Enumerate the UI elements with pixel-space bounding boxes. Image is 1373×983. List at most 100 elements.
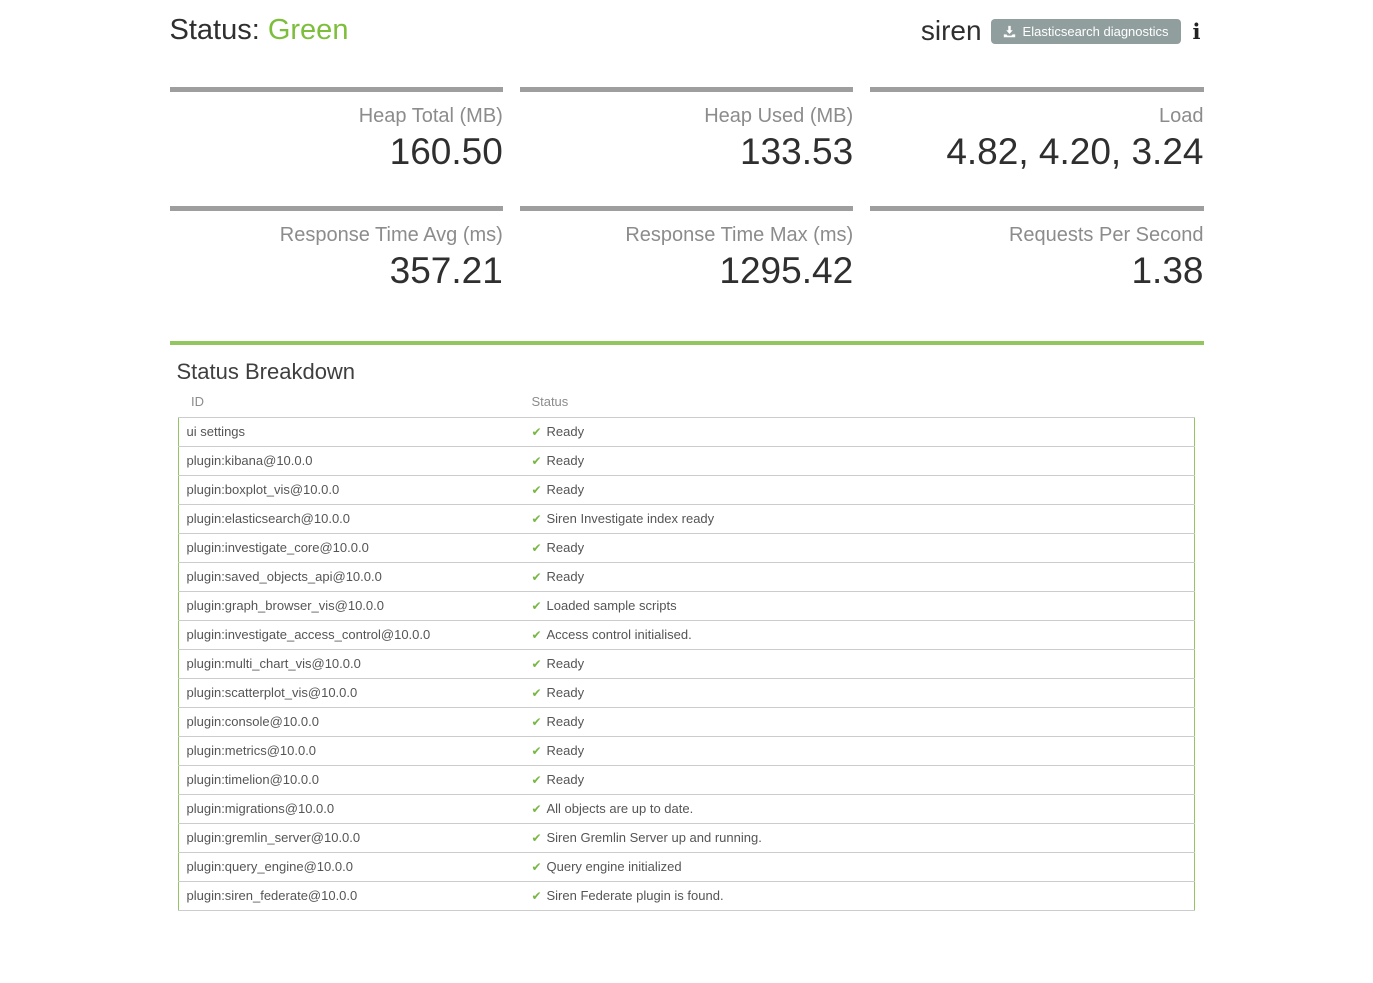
check-icon: ✔ [531,570,541,584]
metric-card: Heap Total (MB) 160.50 [170,87,503,174]
row-status: All objects are up to date. [547,801,694,816]
metrics-grid: Heap Total (MB) 160.50 Heap Used (MB) 13… [170,87,1204,294]
check-icon: ✔ [531,889,541,903]
metric-label: Heap Used (MB) [520,104,853,129]
table-row: plugin:gremlin_server@10.0.0 ✔Siren Grem… [178,823,1194,852]
row-status: Ready [547,743,585,758]
row-status: Siren Gremlin Server up and running. [547,830,762,845]
row-id: plugin:siren_federate@10.0.0 [178,881,523,910]
row-id: plugin:elasticsearch@10.0.0 [178,504,523,533]
check-icon: ✔ [531,657,541,671]
status-table-body: ui settings ✔Ready plugin:kibana@10.0.0 … [178,417,1194,910]
row-status: Access control initialised. [547,627,692,642]
header-actions: siren Elasticsearch diagnostics i [921,17,1204,47]
metric-label: Response Time Max (ms) [520,223,853,248]
row-status: Ready [547,656,585,671]
column-header-status: Status [523,391,1194,418]
check-icon: ✔ [531,860,541,874]
table-row: plugin:scatterplot_vis@10.0.0 ✔ Ready [178,678,1194,707]
table-header-row: ID Status [178,391,1194,418]
row-id: plugin:timelion@10.0.0 [178,765,523,794]
siren-logo: siren [921,17,982,45]
table-row: ui settings ✔Ready [178,417,1194,446]
row-status: Ready [547,714,585,729]
metric-label: Response Time Avg (ms) [170,223,503,248]
row-id: plugin:investigate_core@10.0.0 [178,533,523,562]
table-row: plugin:timelion@10.0.0 ✔ Ready [178,765,1194,794]
table-row: plugin:investigate_access_control@10.0.0… [178,620,1194,649]
row-status: Ready [547,482,585,497]
table-row: plugin:graph_browser_vis@10.0.0 ✔ Loaded … [178,591,1194,620]
metric-card: Requests Per Second 1.38 [870,206,1203,293]
table-row: plugin:siren_federate@10.0.0 ✔ Siren Fede… [178,881,1194,910]
check-icon: ✔ [531,802,541,816]
metric-value: 1.38 [870,249,1203,293]
status-page: Status: Green siren Elasticsearch diagno… [170,0,1204,911]
row-status: Ready [547,453,585,468]
row-id: plugin:graph_browser_vis@10.0.0 [178,591,523,620]
table-row: plugin:console@10.0.0 ✔Ready [178,707,1194,736]
table-row: plugin:investigate_core@10.0.0 ✔Ready [178,533,1194,562]
check-icon: ✔ [531,831,541,845]
status-value: Green [268,14,349,46]
row-status: Siren Investigate index ready [547,511,715,526]
column-header-id: ID [178,391,523,418]
metric-value: 4.82, 4.20, 3.24 [870,130,1203,174]
metric-label: Heap Total (MB) [170,104,503,129]
check-icon: ✔ [531,454,541,468]
row-status: Siren Federate plugin is found. [547,888,724,903]
check-icon: ✔ [531,599,541,613]
row-status: Loaded sample scripts [547,598,677,613]
check-icon: ✔ [531,773,541,787]
metric-value: 1295.42 [520,249,853,293]
table-row: plugin:query_engine@10.0.0 ✔ Query engine… [178,852,1194,881]
table-row: plugin:elasticsearch@10.0.0 ✔ Siren Inves… [178,504,1194,533]
row-id: ui settings [178,417,523,446]
metric-value: 133.53 [520,130,853,174]
status-breakdown-section: Status Breakdown ID Status ui settings ✔… [170,359,1204,911]
check-icon: ✔ [531,512,541,526]
metric-card: Response Time Max (ms) 1295.42 [520,206,853,293]
row-id: plugin:boxplot_vis@10.0.0 [178,475,523,504]
row-id: plugin:kibana@10.0.0 [178,446,523,475]
row-status: Ready [547,424,585,439]
row-status: Ready [547,772,585,787]
status-label: Status: [170,14,260,46]
diagnostics-button-label: Elasticsearch diagnostics [1023,25,1169,38]
download-icon [1003,25,1016,38]
table-row: plugin:migrations@10.0.0 ✔ All objects ar… [178,794,1194,823]
metric-card: Response Time Avg (ms) 357.21 [170,206,503,293]
table-row: plugin:multi_chart_vis@10.0.0 ✔ Ready [178,649,1194,678]
metric-value: 160.50 [170,130,503,174]
row-id: plugin:multi_chart_vis@10.0.0 [178,649,523,678]
check-icon: ✔ [531,686,541,700]
check-icon: ✔ [531,483,541,497]
status-table: ID Status ui settings ✔Ready plugin:kiba… [178,391,1195,911]
row-id: plugin:saved_objects_api@10.0.0 [178,562,523,591]
table-row: plugin:metrics@10.0.0 ✔ Ready [178,736,1194,765]
row-id: plugin:scatterplot_vis@10.0.0 [178,678,523,707]
metric-label: Requests Per Second [870,223,1203,248]
elasticsearch-diagnostics-button[interactable]: Elasticsearch diagnostics [991,19,1181,44]
metric-value: 357.21 [170,249,503,293]
table-row: plugin:saved_objects_api@10.0.0 ✔ Ready [178,562,1194,591]
check-icon: ✔ [531,541,541,555]
row-status: Ready [547,685,585,700]
page-title: Status: Green [170,14,349,47]
breakdown-title: Status Breakdown [177,359,1204,385]
row-id: plugin:migrations@10.0.0 [178,794,523,823]
page-header: Status: Green siren Elasticsearch diagno… [170,14,1204,47]
metric-card: Heap Used (MB) 133.53 [520,87,853,174]
row-id: plugin:investigate_access_control@10.0.0 [178,620,523,649]
table-row: plugin:kibana@10.0.0 ✔ Ready [178,446,1194,475]
row-status: Query engine initialized [547,859,682,874]
metric-card: Load 4.82, 4.20, 3.24 [870,87,1203,174]
info-icon[interactable]: i [1190,21,1204,42]
check-icon: ✔ [531,628,541,642]
row-id: plugin:query_engine@10.0.0 [178,852,523,881]
row-id: plugin:metrics@10.0.0 [178,736,523,765]
check-icon: ✔ [531,744,541,758]
section-divider [170,341,1204,345]
check-icon: ✔ [531,715,541,729]
row-status: Ready [547,569,585,584]
